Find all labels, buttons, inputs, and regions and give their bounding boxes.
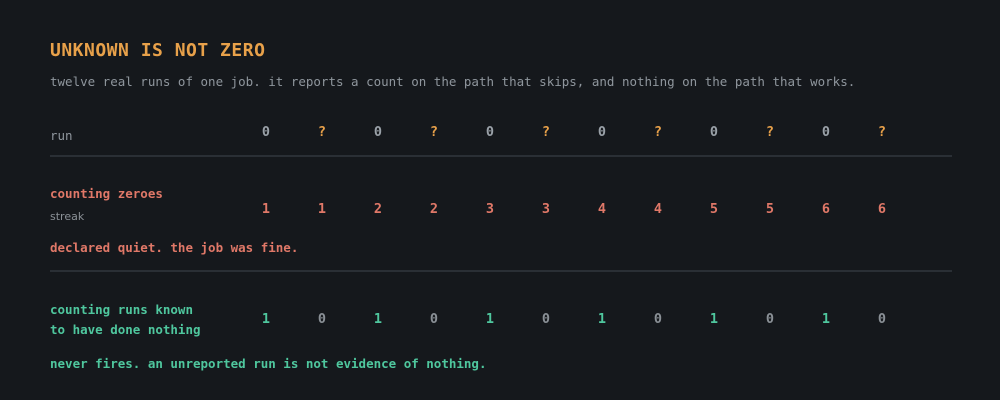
streak-cell-11: 6 (821, 201, 831, 217)
streak-cell-4: 2 (429, 201, 439, 217)
streak-cell-5: 3 (485, 201, 495, 217)
streak-cell-9: 5 (709, 201, 719, 217)
run-cell-3: 0 (373, 124, 383, 140)
run-cell-8: ? (653, 124, 663, 140)
run-cell-12: ? (877, 124, 887, 140)
known-cell-1: 1 (261, 311, 271, 327)
run-cell-9: 0 (709, 124, 719, 140)
known-cell-7: 1 (597, 311, 607, 327)
known-cell-2: 0 (317, 311, 327, 327)
known-cell-8: 0 (653, 311, 663, 327)
streak-cell-1: 1 (261, 201, 271, 217)
streak-cell-2: 1 (317, 201, 327, 217)
counting-known-note: never fires. an unreported run is not ev… (50, 356, 487, 371)
run-cell-6: ? (541, 124, 551, 140)
known-cell-12: 0 (877, 311, 887, 327)
divider-bottom (50, 270, 952, 272)
known-cell-6: 0 (541, 311, 551, 327)
known-cell-3: 1 (373, 311, 383, 327)
run-cell-11: 0 (821, 124, 831, 140)
divider-top (50, 155, 952, 157)
counting-zeroes-label: counting zeroes (50, 186, 163, 201)
run-cell-7: 0 (597, 124, 607, 140)
run-cell-4: ? (429, 124, 439, 140)
streak-cell-7: 4 (597, 201, 607, 217)
streak-cell-10: 5 (765, 201, 775, 217)
counting-zeroes-note: declared quiet. the job was fine. (50, 240, 299, 255)
streak-cell-8: 4 (653, 201, 663, 217)
run-row: 0? 0? 0? 0? 0? 0? (0, 124, 1000, 144)
known-cell-11: 1 (821, 311, 831, 327)
page-title: UNKNOWN IS NOT ZERO (50, 40, 266, 61)
known-cell-4: 0 (429, 311, 439, 327)
run-cell-10: ? (765, 124, 775, 140)
known-cell-5: 1 (485, 311, 495, 327)
counting-zeroes-row: 1 1 2 2 3 3 4 4 5 5 6 6 (0, 201, 1000, 221)
known-cell-10: 0 (765, 311, 775, 327)
streak-cell-12: 6 (877, 201, 887, 217)
page-subtitle: twelve real runs of one job. it reports … (50, 74, 856, 89)
run-cell-2: ? (317, 124, 327, 140)
streak-cell-6: 3 (541, 201, 551, 217)
run-cell-5: 0 (485, 124, 495, 140)
run-cell-1: 0 (261, 124, 271, 140)
counting-known-row: 1 0 1 0 1 0 1 0 1 0 1 0 (0, 311, 1000, 331)
known-cell-9: 1 (709, 311, 719, 327)
streak-cell-3: 2 (373, 201, 383, 217)
